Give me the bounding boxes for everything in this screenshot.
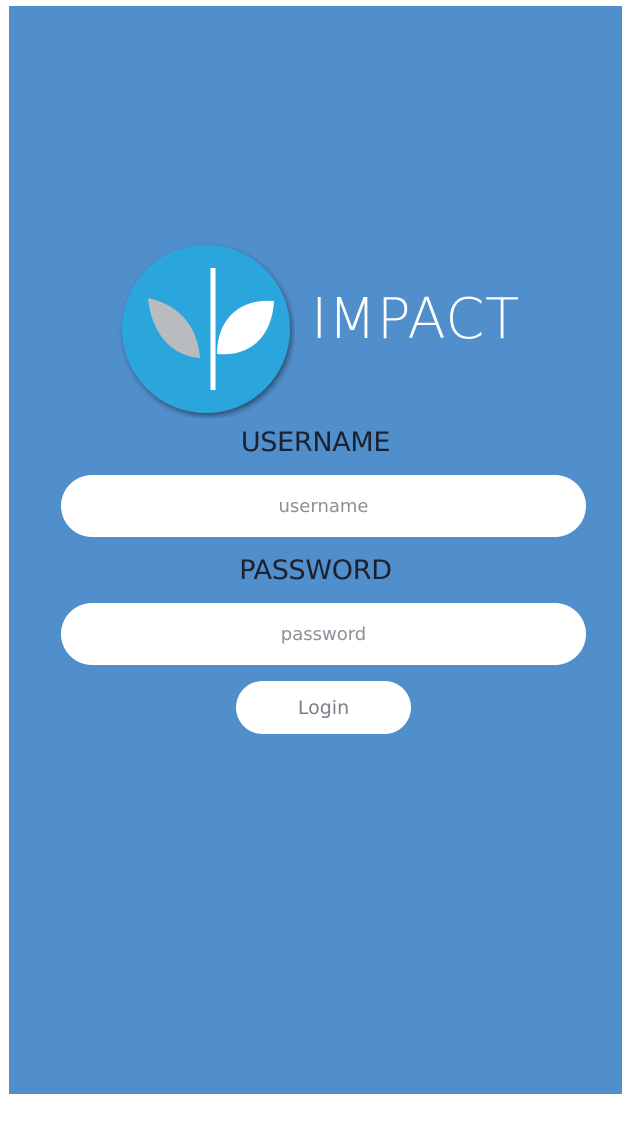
brand-header: IMPACT [117, 240, 557, 418]
username-input[interactable] [61, 475, 586, 537]
username-label: USERNAME [240, 427, 391, 458]
login-button[interactable]: Login [236, 681, 411, 734]
password-label: PASSWORD [239, 555, 392, 586]
login-screen: IMPACT USERNAME PASSWORD Login [9, 6, 622, 1094]
sprout-leaf-icon [122, 245, 290, 413]
password-input[interactable] [61, 603, 586, 665]
app-name: IMPACT [311, 287, 520, 352]
